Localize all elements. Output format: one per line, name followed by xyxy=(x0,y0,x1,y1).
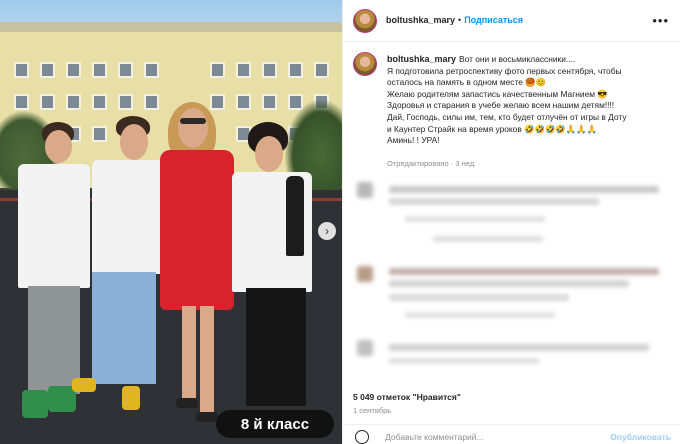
grade-badge: 8 й класс xyxy=(216,410,334,438)
caption-text: boltushka_mary Вот они и восьмиклассники.… xyxy=(387,54,675,147)
comment-redacted xyxy=(389,268,659,275)
photo-window xyxy=(118,62,133,78)
comment-redacted xyxy=(405,312,555,318)
post-date: 1 сентябрь xyxy=(353,406,392,415)
comment-avatar xyxy=(357,266,373,282)
caption-line: осталось на память в одном месте 🥮😊 xyxy=(387,77,547,88)
post-photo[interactable]: › 8 й класс xyxy=(0,0,342,444)
caption-line: и Каунтер Страйк на время уроков 🤣🤣🤣🤣🙏🙏🙏 xyxy=(387,123,598,134)
photo-window xyxy=(14,62,29,78)
photo-window xyxy=(40,62,55,78)
caption-line: Я подготовила ретроспективу фото первых … xyxy=(387,65,622,76)
caption-line: Вот они и восьмиклассники.... xyxy=(459,54,576,64)
more-dots-icon: ••• xyxy=(652,13,669,28)
photo-window xyxy=(40,94,55,110)
photo-window xyxy=(66,94,81,110)
photo-window xyxy=(236,94,251,110)
post-side-panel: boltushka_mary • Подписаться ••• boltushka… xyxy=(342,0,680,444)
photo-window xyxy=(92,94,107,110)
photo-window xyxy=(118,94,133,110)
caption-line: Дай, Господь, силы им, тем, кто будет от… xyxy=(387,111,627,122)
comment-redacted xyxy=(389,358,539,364)
more-options-button[interactable]: ••• xyxy=(652,13,669,28)
comment-redacted xyxy=(389,186,659,193)
photo-window xyxy=(314,62,329,78)
photo-window xyxy=(288,62,303,78)
caption-avatar[interactable] xyxy=(353,52,377,76)
post-header: boltushka_mary • Подписаться ••• xyxy=(343,0,680,42)
caption-username[interactable]: boltushka_mary xyxy=(387,54,456,64)
publish-button[interactable]: Опубликовать xyxy=(610,432,671,442)
chevron-right-icon: › xyxy=(325,224,329,238)
comment-avatar xyxy=(357,340,373,356)
comment-redacted xyxy=(389,198,599,205)
author-line: boltushka_mary • Подписаться xyxy=(386,15,523,25)
photo-window xyxy=(236,62,251,78)
next-photo-button[interactable]: › xyxy=(318,222,336,240)
photo-window xyxy=(144,62,159,78)
photo-window xyxy=(92,126,107,142)
author-username[interactable]: boltushka_mary xyxy=(386,15,455,25)
comment-redacted xyxy=(389,280,629,287)
photo-window xyxy=(210,62,225,78)
comment-bar: Добавьте комментарий... Опубликовать xyxy=(343,424,680,444)
caption-line: Желаю родителям запастись качественным М… xyxy=(387,88,608,99)
comment-redacted xyxy=(433,236,543,242)
caption-line: Аминь! ! УРА! xyxy=(387,135,440,146)
separator-dot: • xyxy=(458,15,462,25)
caption-line: Здоровья и старания в учебе желаю всем н… xyxy=(387,100,615,111)
photo-window xyxy=(262,62,277,78)
photo-roof xyxy=(0,22,342,32)
emoji-icon[interactable] xyxy=(355,430,369,444)
photo-window xyxy=(14,94,29,110)
comment-redacted xyxy=(405,216,545,222)
follow-button[interactable]: Подписаться xyxy=(464,15,523,25)
comment-redacted xyxy=(389,294,569,301)
photo-window xyxy=(144,94,159,110)
caption-meta: Отредактировано · 3 нед. xyxy=(387,159,477,168)
comment-input[interactable]: Добавьте комментарий... xyxy=(385,432,484,442)
photo-window xyxy=(210,94,225,110)
author-avatar[interactable] xyxy=(353,9,377,33)
comment-redacted xyxy=(389,344,649,351)
photo-window xyxy=(92,62,107,78)
photo-window xyxy=(66,62,81,78)
comment-avatar xyxy=(357,182,373,198)
photo-window xyxy=(262,94,277,110)
likes-count[interactable]: 5 049 отметок "Нравится" xyxy=(353,392,461,402)
